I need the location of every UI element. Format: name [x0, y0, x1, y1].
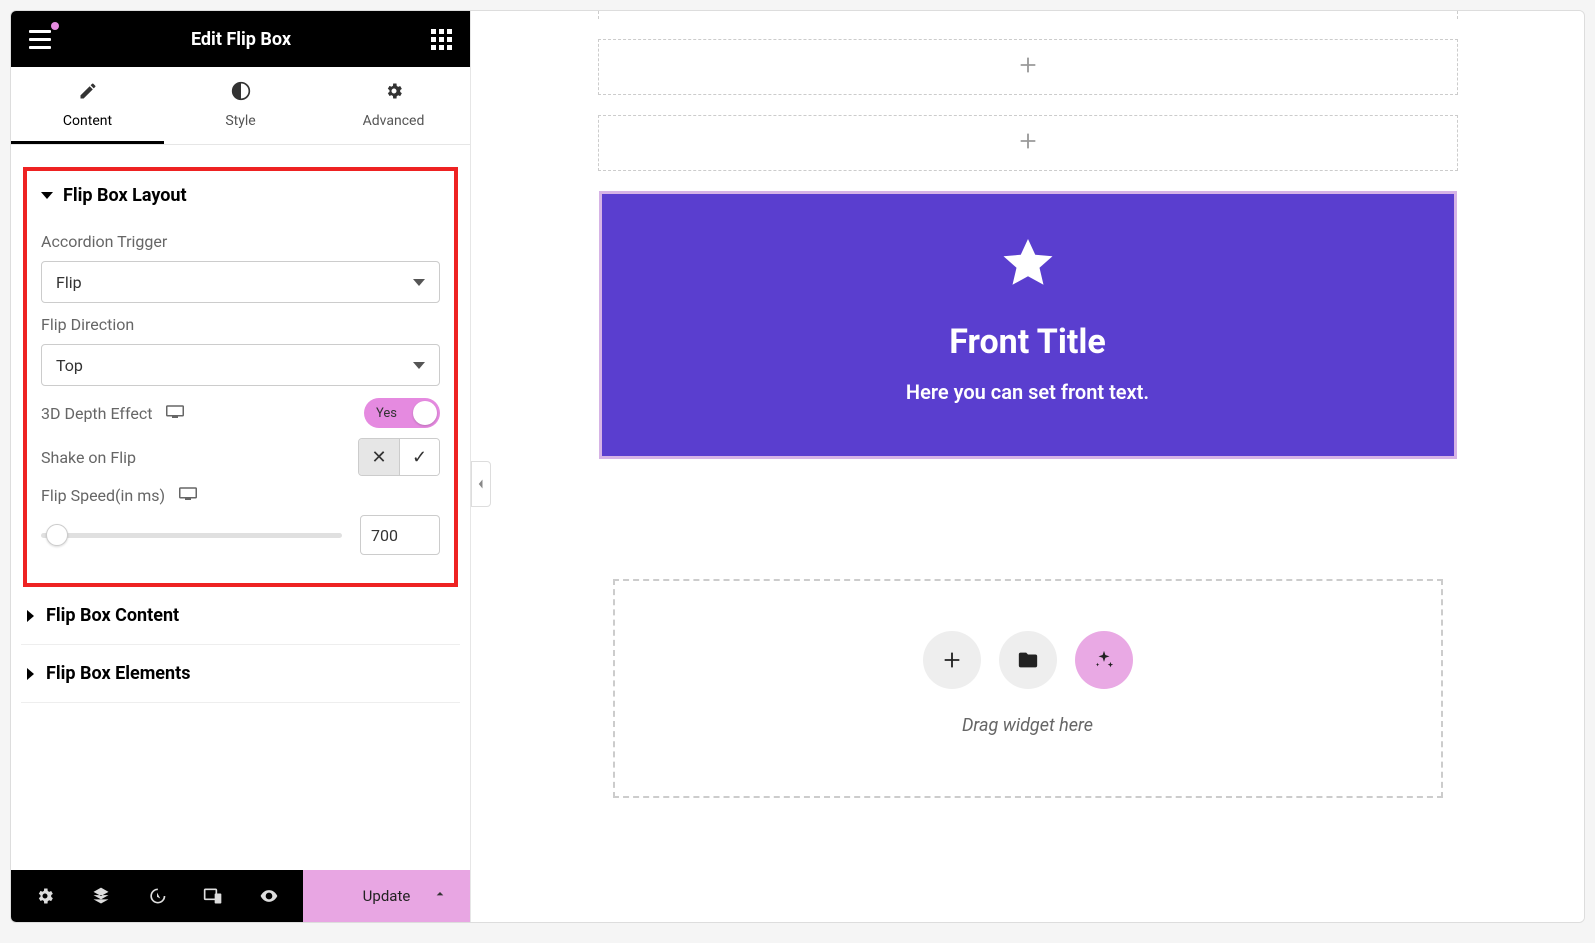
toggle-knob	[413, 401, 437, 425]
tab-advanced-label: Advanced	[363, 113, 425, 129]
chevron-down-icon	[413, 362, 425, 369]
shake-on-flip-label: Shake on Flip	[41, 448, 136, 467]
chevron-down-icon	[413, 279, 425, 286]
flip-speed-input[interactable]	[360, 515, 440, 555]
shake-on-button[interactable]: ✓	[399, 439, 439, 475]
section-elements-title: Flip Box Elements	[46, 663, 190, 684]
flip-direction-label: Flip Direction	[41, 315, 440, 334]
bottom-bar: Update	[11, 870, 470, 922]
plus-icon	[1017, 54, 1039, 80]
depth-label-text: 3D Depth Effect	[41, 404, 152, 423]
shake-on-flip-group: ✕ ✓	[358, 438, 440, 476]
add-widget-button[interactable]	[923, 631, 981, 689]
section-edge[interactable]	[598, 11, 1458, 19]
sidebar-header: Edit Flip Box	[11, 11, 470, 67]
update-button[interactable]: Update	[303, 870, 470, 922]
section-layout-title: Flip Box Layout	[63, 185, 187, 206]
caret-right-icon	[27, 668, 34, 680]
drop-text: Drag widget here	[635, 715, 1421, 736]
x-icon: ✕	[371, 447, 386, 468]
gear-icon	[317, 81, 470, 105]
star-icon	[622, 234, 1434, 298]
flip-speed-text: Flip Speed(in ms)	[41, 486, 165, 505]
desktop-icon[interactable]	[179, 486, 197, 505]
flip-speed-slider[interactable]	[41, 533, 342, 538]
desktop-icon[interactable]	[166, 404, 184, 423]
caret-right-icon	[27, 610, 34, 622]
flip-box-widget[interactable]: Front Title Here you can set front text.	[599, 191, 1457, 459]
panel-body: Flip Box Layout Accordion Trigger Flip F…	[11, 145, 470, 870]
tab-style[interactable]: Style	[164, 67, 317, 144]
responsive-button[interactable]	[185, 870, 241, 922]
drop-widget-area[interactable]: Drag widget here	[613, 579, 1443, 798]
flip-speed-label: Flip Speed(in ms)	[41, 486, 440, 505]
settings-button[interactable]	[17, 870, 73, 922]
menu-button[interactable]	[29, 30, 51, 49]
caret-down-icon	[41, 192, 53, 199]
template-button[interactable]	[999, 631, 1057, 689]
history-button[interactable]	[129, 870, 185, 922]
navigator-button[interactable]	[73, 870, 129, 922]
notification-dot-icon	[51, 22, 59, 30]
plus-icon	[1017, 130, 1039, 156]
highlight-box: Flip Box Layout Accordion Trigger Flip F…	[23, 167, 458, 587]
section-content-title: Flip Box Content	[46, 605, 179, 626]
tab-content-label: Content	[63, 113, 112, 129]
check-icon: ✓	[412, 447, 427, 468]
preview-button[interactable]	[241, 870, 297, 922]
slider-handle[interactable]	[46, 524, 68, 546]
editor-sidebar: Edit Flip Box Content Style Advanced	[11, 11, 471, 922]
accordion-trigger-label: Accordion Trigger	[41, 232, 440, 251]
accordion-trigger-select[interactable]: Flip	[41, 261, 440, 303]
flipbox-text: Here you can set front text.	[622, 380, 1434, 404]
preview-canvas: Front Title Here you can set front text.…	[471, 11, 1584, 922]
pencil-icon	[11, 81, 164, 105]
section-flip-box-content[interactable]: Flip Box Content	[21, 587, 460, 645]
apps-button[interactable]	[431, 29, 452, 50]
flipbox-title: Front Title	[622, 322, 1434, 362]
section-flip-box-elements[interactable]: Flip Box Elements	[21, 645, 460, 703]
depth-effect-toggle[interactable]: Yes	[364, 398, 440, 428]
panel-title: Edit Flip Box	[191, 29, 291, 50]
toggle-value: Yes	[376, 406, 397, 421]
tab-advanced[interactable]: Advanced	[317, 67, 470, 144]
editor-tabs: Content Style Advanced	[11, 67, 470, 145]
add-section-row[interactable]	[598, 115, 1458, 171]
section-flip-box-layout[interactable]: Flip Box Layout	[41, 181, 440, 224]
flip-direction-select[interactable]: Top	[41, 344, 440, 386]
chevron-up-icon	[432, 886, 448, 906]
shake-off-button[interactable]: ✕	[359, 439, 399, 475]
flip-direction-value: Top	[56, 356, 83, 375]
tab-content[interactable]: Content	[11, 67, 164, 144]
collapse-sidebar-button[interactable]	[471, 461, 491, 507]
ai-button[interactable]	[1075, 631, 1133, 689]
tab-style-label: Style	[225, 113, 255, 129]
accordion-trigger-value: Flip	[56, 273, 82, 292]
contrast-icon	[164, 81, 317, 105]
update-label: Update	[363, 887, 411, 905]
depth-effect-label: 3D Depth Effect	[41, 404, 184, 423]
add-section-row[interactable]	[598, 39, 1458, 95]
